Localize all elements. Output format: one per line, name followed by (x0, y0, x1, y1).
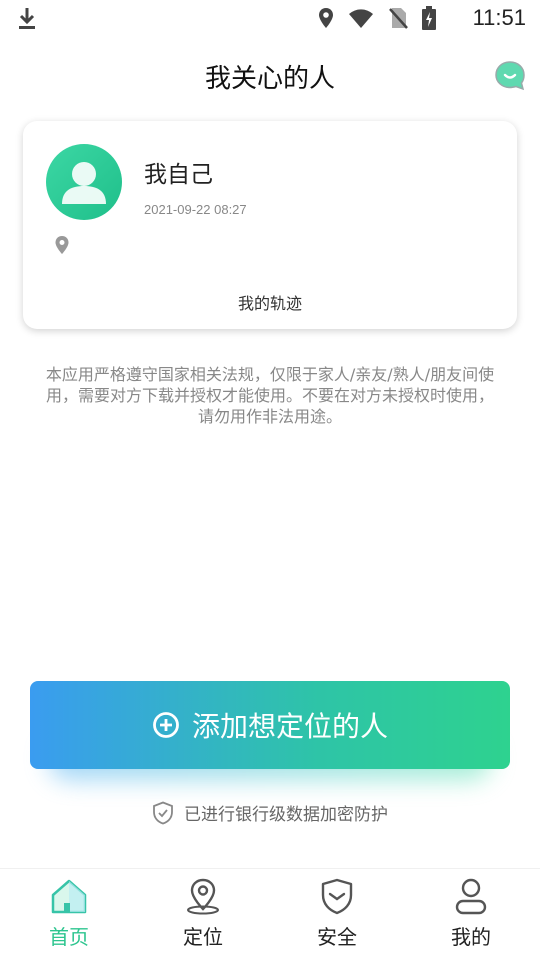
status-time: 11:51 (472, 5, 526, 30)
tab-location-label: 定位 (183, 925, 223, 949)
location-status-icon (318, 7, 334, 33)
person-timestamp: 2021-09-22 08:27 (144, 202, 247, 217)
add-person-button[interactable]: 添加想定位的人 (30, 681, 510, 769)
no-sim-icon (388, 7, 408, 33)
status-bar: 11:51 (0, 0, 540, 36)
tab-bar: 首页 定位 安全 我的 (0, 868, 540, 961)
tab-security-label: 安全 (317, 925, 357, 949)
location-icon (187, 878, 219, 915)
tab-location[interactable]: 定位 (153, 877, 253, 957)
tab-mine[interactable]: 我的 (421, 877, 521, 957)
tab-home-label: 首页 (49, 925, 89, 949)
home-icon (51, 879, 87, 914)
security-text: 已进行银行级数据加密防护 (184, 805, 388, 825)
header: 我关心的人 (0, 48, 540, 104)
page-title: 我关心的人 (204, 64, 335, 94)
security-note: 已进行银行级数据加密防护 (0, 800, 540, 825)
person-icon (62, 162, 106, 204)
shield-check-icon (153, 801, 173, 824)
person-name: 我自己 (144, 162, 213, 188)
my-track-link[interactable]: 我的轨迹 (23, 290, 517, 314)
legal-notice: 本应用严格遵守国家相关法规，仅限于家人/亲友/熟人/朋友间使用，需要对方下载并授… (45, 365, 495, 426)
tab-security[interactable]: 安全 (287, 877, 387, 957)
chat-button[interactable] (494, 60, 526, 92)
chat-bubble-icon (495, 61, 525, 91)
add-person-label: 添加想定位的人 (191, 710, 388, 743)
avatar (46, 144, 122, 220)
wifi-icon (348, 8, 374, 32)
download-icon (16, 6, 38, 36)
person-card[interactable]: 我自己 2021-09-22 08:27 我的轨迹 (23, 121, 517, 329)
tab-home[interactable]: 首页 (19, 877, 119, 957)
shield-icon (321, 878, 353, 915)
user-icon (455, 878, 487, 915)
location-pin-icon (54, 235, 70, 259)
battery-charging-icon (422, 6, 436, 34)
tab-mine-label: 我的 (451, 925, 491, 949)
plus-circle-icon (153, 712, 179, 738)
